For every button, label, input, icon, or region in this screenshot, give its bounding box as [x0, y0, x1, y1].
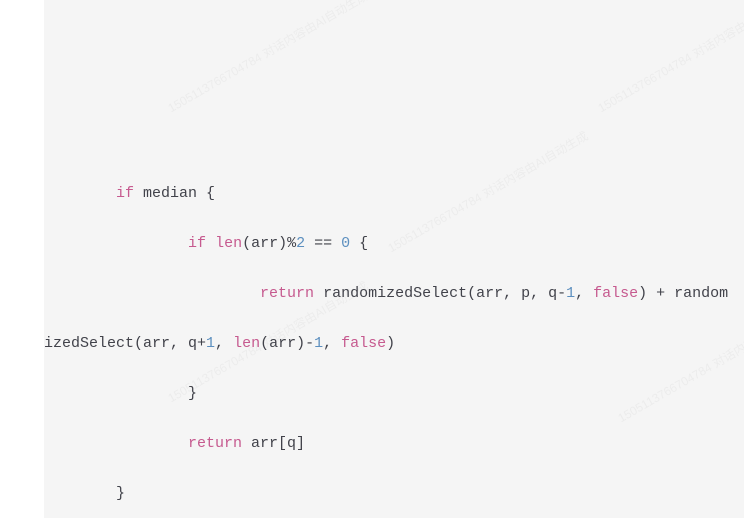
code-line: }: [44, 481, 744, 506]
watermark: 1505113766704784 对话内容由AI自动生成: [613, 295, 744, 431]
watermark: 1505113766704784 对话内容由AI自动生成: [163, 0, 373, 120]
code-line: return randomizedSelect(arr, p, q-1, fal…: [44, 281, 744, 306]
watermark: 1505113766704784 对话内容由AI自动生成: [593, 0, 744, 120]
code-line: }: [44, 381, 744, 406]
code-line: if median {: [44, 181, 744, 206]
code-line: if len(arr)%2 == 0 {: [44, 231, 744, 256]
code-line: izedSelect(arr, q+1, len(arr)-1, false): [44, 331, 744, 356]
code-line: return arr[q]: [44, 431, 744, 456]
code-block: 1505113766704784 对话内容由AI自动生成 15051137667…: [44, 0, 744, 518]
